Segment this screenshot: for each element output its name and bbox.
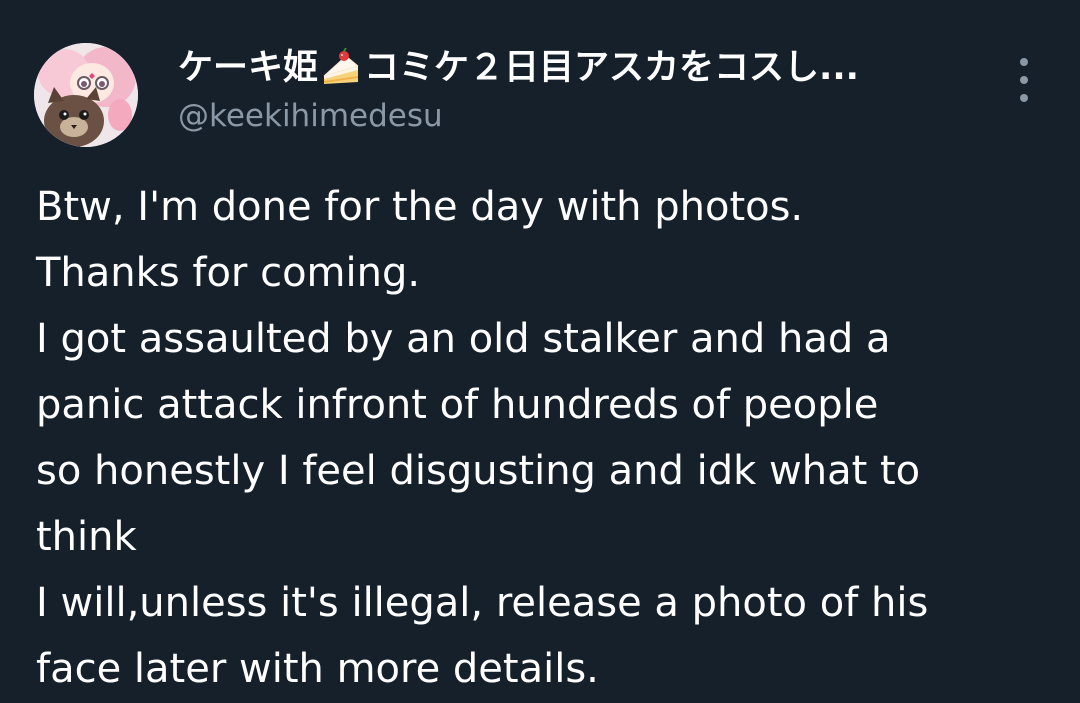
tweet-text: Btw, I'm done for the day with photos. T… (36, 174, 1056, 702)
cake-icon (320, 48, 362, 88)
tweet-line: think (36, 514, 137, 560)
display-name-prefix: ケーキ姫 (178, 48, 319, 88)
tweet-line: face later with more details. (36, 646, 599, 692)
more-vertical-icon-dot (1020, 94, 1028, 102)
more-options-button[interactable] (1008, 58, 1040, 102)
author-handle[interactable]: @keekihimedesu (178, 96, 978, 136)
avatar-illustration (34, 43, 138, 147)
tweet-line: I will,unless it's illegal, release a ph… (36, 580, 929, 626)
avatar[interactable] (34, 43, 138, 147)
display-name-suffix: コミケ２日目アスカをコスし... (364, 48, 859, 88)
author-display-name[interactable]: ケーキ姫 コミケ２日目アスカをコスし... (178, 44, 978, 92)
tweet-line: panic attack infront of hundreds of peop… (36, 382, 879, 428)
tweet-line: Thanks for coming. (36, 250, 421, 296)
tweet-line: I got assaulted by an old stalker and ha… (36, 316, 891, 362)
more-vertical-icon (1020, 58, 1028, 66)
tweet-line: so honestly I feel disgusting and idk wh… (36, 448, 921, 494)
more-vertical-icon-dot (1020, 76, 1028, 84)
tweet-line: Btw, I'm done for the day with photos. (36, 184, 804, 230)
tweet-header: ケーキ姫 コミケ２日目アスカをコスし... @keekihimedesu (178, 44, 978, 136)
